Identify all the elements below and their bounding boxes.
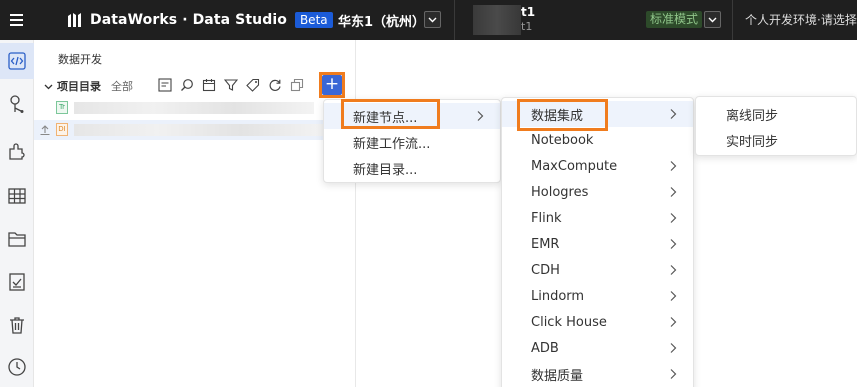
trash-icon [10, 317, 24, 334]
chevron-right-icon [670, 213, 677, 223]
upload-icon [40, 125, 50, 136]
menu-item[interactable]: 实时同步 [696, 127, 856, 153]
rail-item-recycle[interactable] [0, 307, 34, 343]
chevron-right-icon [670, 239, 677, 249]
collapse-icon[interactable] [289, 77, 305, 93]
chevron-right-icon [670, 291, 677, 301]
menu-item[interactable]: Click House [502, 309, 693, 335]
panel-title: 数据开发 [58, 53, 102, 66]
app-title: DataWorks · Data Studio [90, 12, 287, 28]
highlight-add-button [319, 72, 345, 98]
menu-item-label: Click House [531, 314, 607, 330]
chevron-right-icon [670, 161, 677, 171]
chevron-right-icon [670, 109, 677, 119]
menu-item[interactable]: 离线同步 [696, 101, 856, 127]
checklist-icon [9, 273, 25, 291]
menu-item-label: 数据质量 [531, 368, 584, 384]
rail-item-code[interactable] [0, 43, 34, 79]
tag-icon[interactable] [245, 77, 261, 93]
tree-label: 项目目录 [57, 80, 101, 93]
region-dropdown-icon[interactable] [424, 11, 441, 28]
menu-item-label: MaxCompute [531, 158, 618, 174]
chevron-right-icon [670, 317, 677, 327]
menu-item-label: 新建目录... [353, 162, 418, 178]
beta-badge: Beta [294, 12, 333, 28]
workspace-subname: t1 [521, 20, 533, 33]
rail-item-tables[interactable] [0, 178, 34, 214]
menu-item-label: Hologres [531, 184, 589, 200]
menu-item[interactable]: Flink [502, 205, 693, 231]
node-type-badge: DI [56, 123, 68, 136]
filter-icon[interactable] [223, 77, 239, 93]
chevron-right-icon [670, 343, 677, 353]
menu-item[interactable]: 数据质量 [502, 361, 693, 387]
menu-item[interactable]: MaxCompute [502, 153, 693, 179]
divider [732, 0, 733, 40]
tree-row[interactable]: Tr [34, 98, 356, 118]
divider [454, 0, 455, 40]
row-name-redacted [74, 102, 314, 114]
tree-header[interactable]: 项目目录 全部 [44, 78, 133, 94]
menu-item-label: 实时同步 [726, 134, 779, 150]
folder-icon [8, 232, 26, 247]
chevron-right-icon [670, 265, 677, 275]
menu-icon[interactable] [0, 0, 32, 40]
rail-item-git[interactable] [0, 86, 34, 122]
row-name-redacted [74, 124, 324, 136]
explorer-panel: 数据开发 项目目录 全部 Tr DI [34, 40, 356, 387]
node-type-badge: Tr [56, 101, 68, 114]
highlight-data-integration [517, 99, 608, 131]
menu-item[interactable]: Hologres [502, 179, 693, 205]
highlight-new-node [341, 99, 440, 129]
calendar-icon[interactable] [201, 77, 217, 93]
tree-row[interactable]: DI [34, 120, 356, 140]
env-selector[interactable]: 个人开发环境·请选择 [745, 11, 857, 28]
menu-item[interactable]: ADB [502, 335, 693, 361]
code-review-icon[interactable] [157, 77, 173, 93]
tree-filter[interactable]: 全部 [111, 78, 133, 94]
rail-item-files[interactable] [0, 221, 34, 257]
refresh-icon[interactable] [267, 77, 283, 93]
workspace-name[interactable]: t1 [521, 5, 535, 19]
menu-item[interactable]: CDH [502, 257, 693, 283]
activity-rail [0, 40, 34, 387]
menu-item-label: EMR [531, 236, 560, 252]
menu-item-label: ADB [531, 340, 559, 356]
chevron-right-icon [670, 369, 677, 379]
rail-item-tasks[interactable] [0, 264, 34, 300]
menu-item-label: 新建工作流... [353, 136, 431, 152]
menu-item[interactable]: EMR [502, 231, 693, 257]
menu-item[interactable]: Lindorm [502, 283, 693, 309]
menu-item[interactable]: 新建工作流... [324, 129, 500, 155]
sync-type-menu: 离线同步 实时同步 [695, 96, 857, 156]
menu-item-label: CDH [531, 262, 560, 278]
node-type-menu: 数据集成 Notebook MaxCompute Hologres Flink EMR CD… [501, 97, 694, 387]
git-branch-icon [10, 95, 24, 113]
clock-icon [8, 358, 26, 376]
workspace-avatar [473, 5, 521, 35]
puzzle-icon [9, 143, 25, 160]
menu-item-label: Flink [531, 210, 562, 226]
rail-item-history[interactable] [0, 349, 34, 385]
mode-badge: 标准模式 [646, 11, 703, 28]
search-icon[interactable] [179, 77, 195, 93]
tree-toolbar [157, 77, 305, 93]
chevron-right-icon [670, 187, 677, 197]
menu-item[interactable]: 新建目录... [324, 155, 500, 181]
code-icon [8, 52, 26, 70]
mode-dropdown-icon[interactable] [704, 11, 721, 28]
menu-item-label: Lindorm [531, 288, 585, 304]
chevron-right-icon [477, 111, 484, 121]
menu-item-label: 离线同步 [726, 108, 779, 124]
region-selector[interactable]: 华东1（杭州） [338, 11, 425, 30]
rail-item-plugins[interactable] [0, 133, 34, 169]
table-icon [8, 188, 26, 204]
dataworks-logo [68, 13, 81, 27]
chevron-down-icon[interactable] [44, 82, 53, 91]
menu-item-label: Notebook [531, 132, 594, 148]
